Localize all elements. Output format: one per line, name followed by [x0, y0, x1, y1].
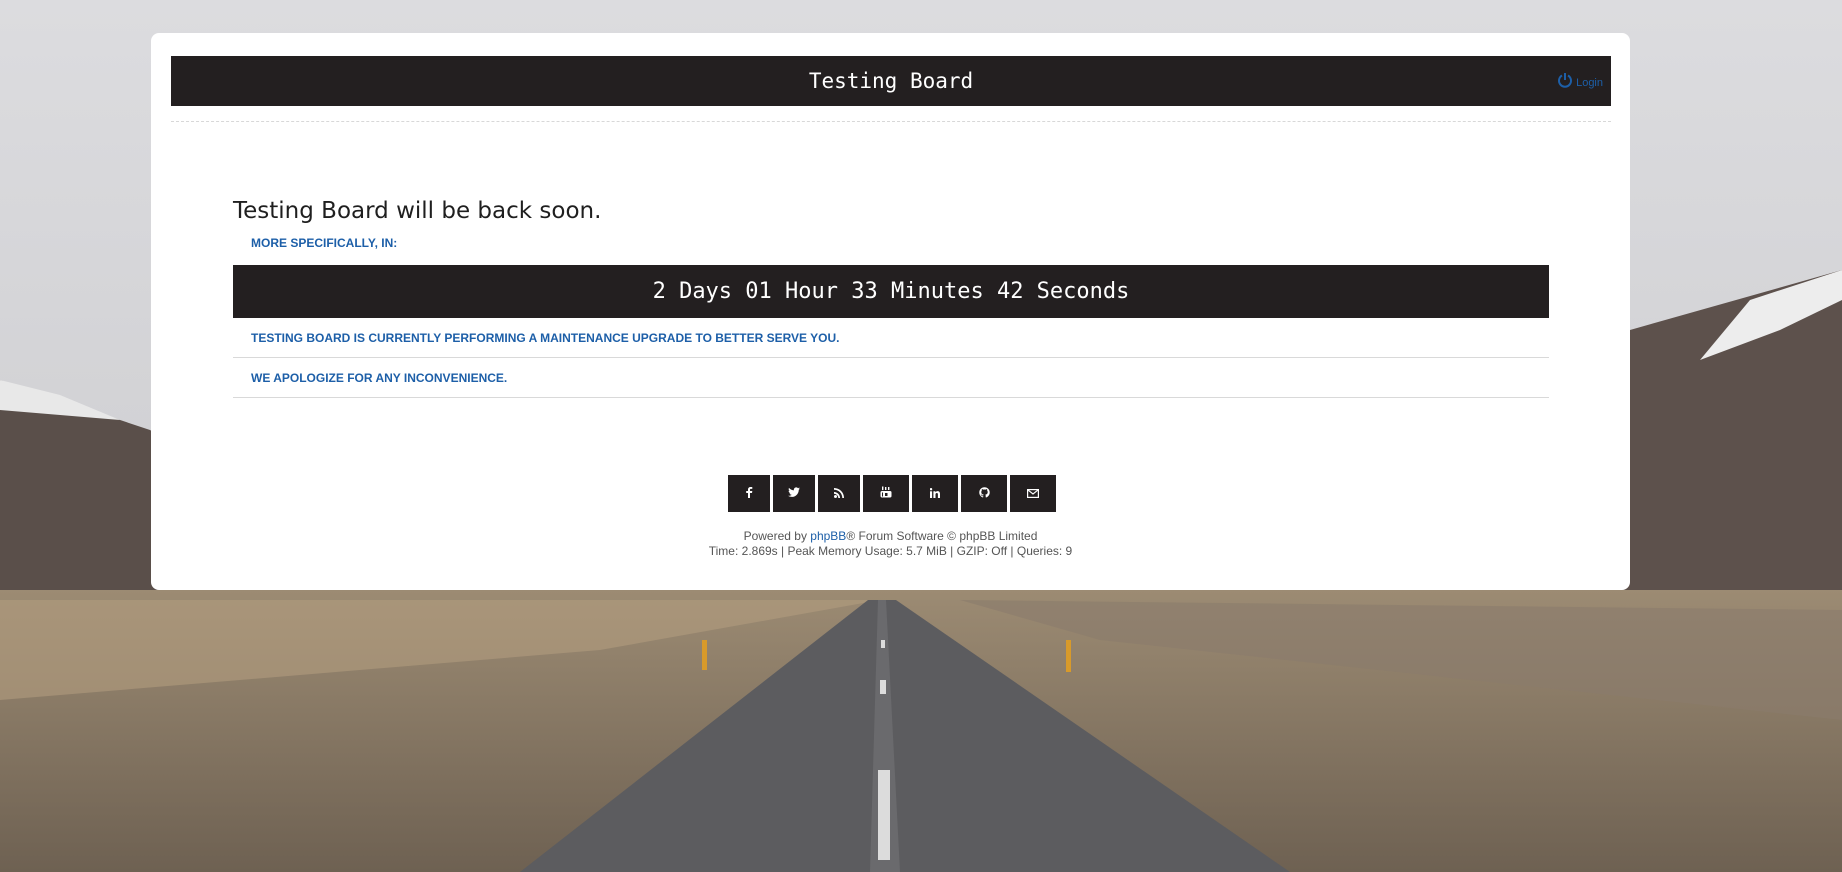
linkedin-button[interactable] — [912, 475, 958, 512]
maintenance-message-text: TESTING BOARD IS CURRENTLY PERFORMING A … — [251, 331, 840, 345]
countdown-timer: 2 Days 01 Hour 33 Minutes 42 Seconds — [233, 265, 1549, 318]
github-icon — [978, 485, 990, 503]
powered-by-suffix: ® Forum Software © phpBB Limited — [846, 529, 1038, 543]
facebook-button[interactable] — [728, 475, 770, 512]
twitter-icon — [788, 485, 800, 503]
maintenance-message: TESTING BOARD IS CURRENTLY PERFORMING A … — [233, 319, 1549, 358]
social-links — [728, 475, 1056, 512]
debug-stats: Time: 2.869s | Peak Memory Usage: 5.7 Mi… — [708, 544, 1073, 558]
rss-icon — [834, 485, 844, 503]
countdown-caption: MORE SPECIFICALLY, IN: — [251, 236, 398, 250]
linkedin-icon — [929, 485, 940, 503]
email-button[interactable] — [1010, 475, 1056, 512]
header-bar: Testing Board Login — [171, 56, 1611, 106]
header-divider — [171, 121, 1611, 122]
youtube-button[interactable] — [863, 475, 909, 512]
powered-by-line: Powered by phpBB® Forum Software © phpBB… — [151, 529, 1630, 543]
email-icon — [1027, 485, 1040, 503]
maintenance-heading: Testing Board will be back soon. — [233, 198, 602, 224]
apology-message: WE APOLOGIZE FOR ANY INCONVENIENCE. — [233, 359, 1549, 398]
login-label[interactable]: Login — [1576, 74, 1603, 92]
site-title: Testing Board — [808, 69, 974, 93]
power-icon — [1557, 72, 1573, 94]
powered-by-prefix: Powered by — [743, 529, 811, 543]
phpbb-link[interactable]: phpBB — [810, 529, 846, 543]
rss-button[interactable] — [818, 475, 860, 512]
apology-message-text: WE APOLOGIZE FOR ANY INCONVENIENCE. — [251, 371, 508, 385]
login-link[interactable]: Login — [1557, 72, 1603, 94]
youtube-icon — [880, 485, 892, 503]
facebook-icon — [744, 485, 754, 503]
maintenance-panel: Testing Board Login Testing Board will b… — [151, 33, 1630, 590]
twitter-button[interactable] — [773, 475, 815, 512]
github-button[interactable] — [961, 475, 1007, 512]
